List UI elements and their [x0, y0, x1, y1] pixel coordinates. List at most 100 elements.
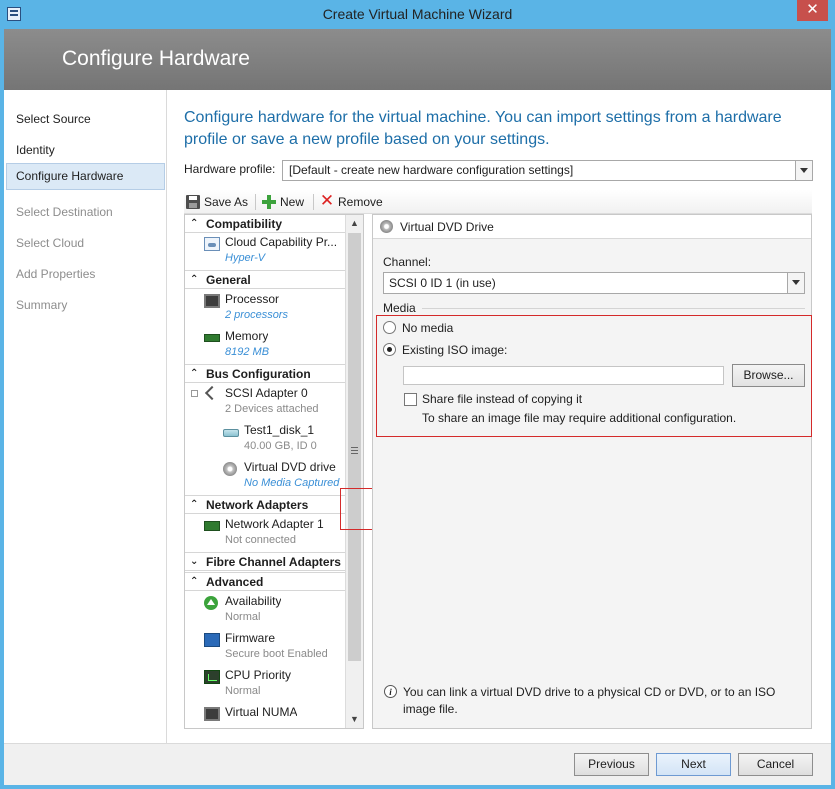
tree-item-sub: 2 Devices attached — [225, 403, 319, 415]
collapse-chevron-icon: ⌃ — [190, 576, 199, 587]
tree-item-hard-disk[interactable]: Test1_disk_1 40.00 GB, ID 0 — [185, 421, 345, 458]
browse-button[interactable]: Browse... — [732, 364, 805, 387]
existing-iso-label[interactable]: Existing ISO image: — [402, 343, 507, 357]
hard-disk-icon — [223, 429, 239, 437]
wizard-footer: Previous Next Cancel — [4, 743, 831, 785]
media-divider — [421, 308, 805, 309]
tree-item-firmware[interactable]: Firmware Secure boot Enabled — [185, 629, 345, 666]
remove-button[interactable]: ✕ Remove — [318, 192, 383, 211]
processor-icon — [204, 294, 220, 308]
tree-item-processor[interactable]: Processor 2 processors — [185, 290, 345, 327]
scsi-adapter-icon — [204, 388, 218, 402]
scrollbar-thumb[interactable] — [348, 233, 361, 661]
nav-step-configure-hardware[interactable]: Configure Hardware — [6, 163, 165, 190]
hardware-profile-label: Hardware profile: — [184, 162, 276, 176]
save-as-button[interactable]: Save As — [184, 193, 248, 211]
channel-label: Channel: — [383, 255, 432, 269]
availability-icon — [204, 596, 218, 610]
cancel-button[interactable]: Cancel — [738, 753, 813, 776]
tree-item-name: Virtual NUMA — [225, 705, 298, 719]
tree-item-virtual-numa[interactable]: Virtual NUMA — [185, 703, 345, 728]
tree-scrollbar[interactable]: ▲ ▼ — [345, 215, 363, 728]
toolbar-separator — [313, 194, 314, 210]
group-compatibility[interactable]: ⌃ Compatibility — [185, 215, 345, 233]
tree-item-sub: No Media Captured — [244, 477, 340, 489]
chevron-down-icon[interactable] — [795, 161, 812, 180]
nav-step-select-destination: Select Destination — [16, 205, 113, 219]
group-general[interactable]: ⌃ General — [185, 270, 345, 289]
tree-item-availability[interactable]: Availability Normal — [185, 592, 345, 629]
close-button[interactable]: ✕ — [797, 0, 828, 21]
tree-item-network-adapter[interactable]: Network Adapter 1 Not connected — [185, 515, 345, 552]
tree-item-name: Test1_disk_1 — [244, 423, 315, 437]
tree-item-name: Network Adapter 1 — [225, 517, 324, 531]
existing-iso-radio[interactable] — [383, 343, 396, 356]
tree-item-memory[interactable]: Memory 8192 MB — [185, 327, 345, 364]
wizard-client: Configure Hardware Select Source Identit… — [4, 29, 831, 785]
no-media-label[interactable]: No media — [402, 321, 453, 335]
group-fibre-channel-adapters[interactable]: ⌄ Fibre Channel Adapters — [185, 552, 345, 571]
iso-path-input[interactable] — [403, 366, 724, 385]
dvd-disc-icon — [223, 462, 237, 476]
next-button[interactable]: Next — [656, 753, 731, 776]
new-label: New — [280, 195, 305, 209]
channel-select[interactable]: SCSI 0 ID 1 (in use) — [383, 272, 805, 294]
nav-step-select-source[interactable]: Select Source — [6, 106, 165, 133]
expand-chevron-icon: ⌄ — [190, 556, 199, 567]
hardware-profile-select[interactable]: [Default - create new hardware configura… — [282, 160, 813, 181]
group-label: Network Adapters — [206, 498, 309, 512]
memory-icon — [204, 334, 220, 342]
hardware-profile-value: [Default - create new hardware configura… — [289, 163, 574, 177]
tree-item-sub: 40.00 GB, ID 0 — [244, 440, 317, 452]
tree-item-sub: Normal — [225, 611, 261, 623]
group-label: Bus Configuration — [206, 367, 311, 381]
virtual-numa-icon — [204, 707, 220, 721]
nav-step-identity[interactable]: Identity — [6, 137, 165, 164]
tree-item-cpu-priority[interactable]: CPU Priority Normal — [185, 666, 345, 703]
cloud-capability-icon — [204, 237, 220, 251]
dvd-disc-icon — [380, 220, 393, 233]
tree-item-name: Cloud Capability Pr... — [225, 235, 338, 249]
nav-step-add-properties: Add Properties — [16, 267, 96, 281]
collapse-chevron-icon: ⌃ — [190, 499, 199, 510]
group-network-adapters[interactable]: ⌃ Network Adapters — [185, 495, 345, 514]
share-file-note: To share an image file may require addit… — [422, 411, 737, 425]
scroll-down-arrow-icon[interactable]: ▼ — [346, 711, 363, 728]
tree-item-sub: Hyper-V — [225, 252, 266, 264]
tree-item-virtual-dvd-drive[interactable]: Virtual DVD drive No Media Captured — [185, 458, 345, 495]
share-file-label[interactable]: Share file instead of copying it — [422, 392, 582, 406]
device-settings-panel: Virtual DVD Drive Channel: SCSI 0 ID 1 (… — [372, 214, 812, 729]
main-content: Configure hardware for the virtual machi… — [168, 90, 831, 743]
tree-item-name: CPU Priority — [225, 668, 292, 682]
grip-icon — [351, 447, 358, 454]
cpu-priority-icon — [204, 670, 220, 684]
collapse-chevron-icon: ⌃ — [190, 368, 199, 379]
save-icon — [186, 195, 200, 209]
tree-item-name: SCSI Adapter 0 — [225, 386, 308, 400]
tree-item-cloud-capability[interactable]: Cloud Capability Pr... Hyper-V — [185, 233, 345, 270]
group-advanced[interactable]: ⌃ Advanced — [185, 572, 345, 591]
tree-item-scsi-adapter[interactable]: SCSI Adapter 0 2 Devices attached — [185, 384, 345, 421]
remove-label: Remove — [338, 195, 383, 209]
previous-button[interactable]: Previous — [574, 753, 649, 776]
title-bar: Create Virtual Machine Wizard ✕ — [0, 0, 835, 29]
chevron-down-icon[interactable] — [787, 273, 804, 293]
toolbar-separator — [255, 194, 256, 210]
page-title: Configure Hardware — [62, 47, 250, 70]
tree-item-name: Memory — [225, 329, 269, 343]
group-bus-configuration[interactable]: ⌃ Bus Configuration — [185, 364, 345, 383]
share-file-checkbox[interactable] — [404, 393, 417, 406]
window-title: Create Virtual Machine Wizard — [322, 6, 513, 22]
no-media-radio[interactable] — [383, 321, 396, 334]
scroll-up-arrow-icon[interactable]: ▲ — [346, 215, 363, 232]
new-button[interactable]: New — [260, 193, 304, 211]
save-as-label: Save As — [204, 195, 249, 209]
tree-item-name: Availability — [225, 594, 282, 608]
wizard-window: Create Virtual Machine Wizard ✕ Configur… — [0, 0, 835, 789]
info-text: You can link a virtual DVD drive to a ph… — [403, 685, 776, 716]
tree-item-sub: Secure boot Enabled — [225, 648, 328, 660]
tree-expander-icon[interactable] — [191, 390, 198, 397]
network-adapter-icon — [204, 521, 220, 531]
tree-item-sub: Not connected — [225, 534, 296, 546]
group-label: Fibre Channel Adapters — [206, 555, 341, 569]
